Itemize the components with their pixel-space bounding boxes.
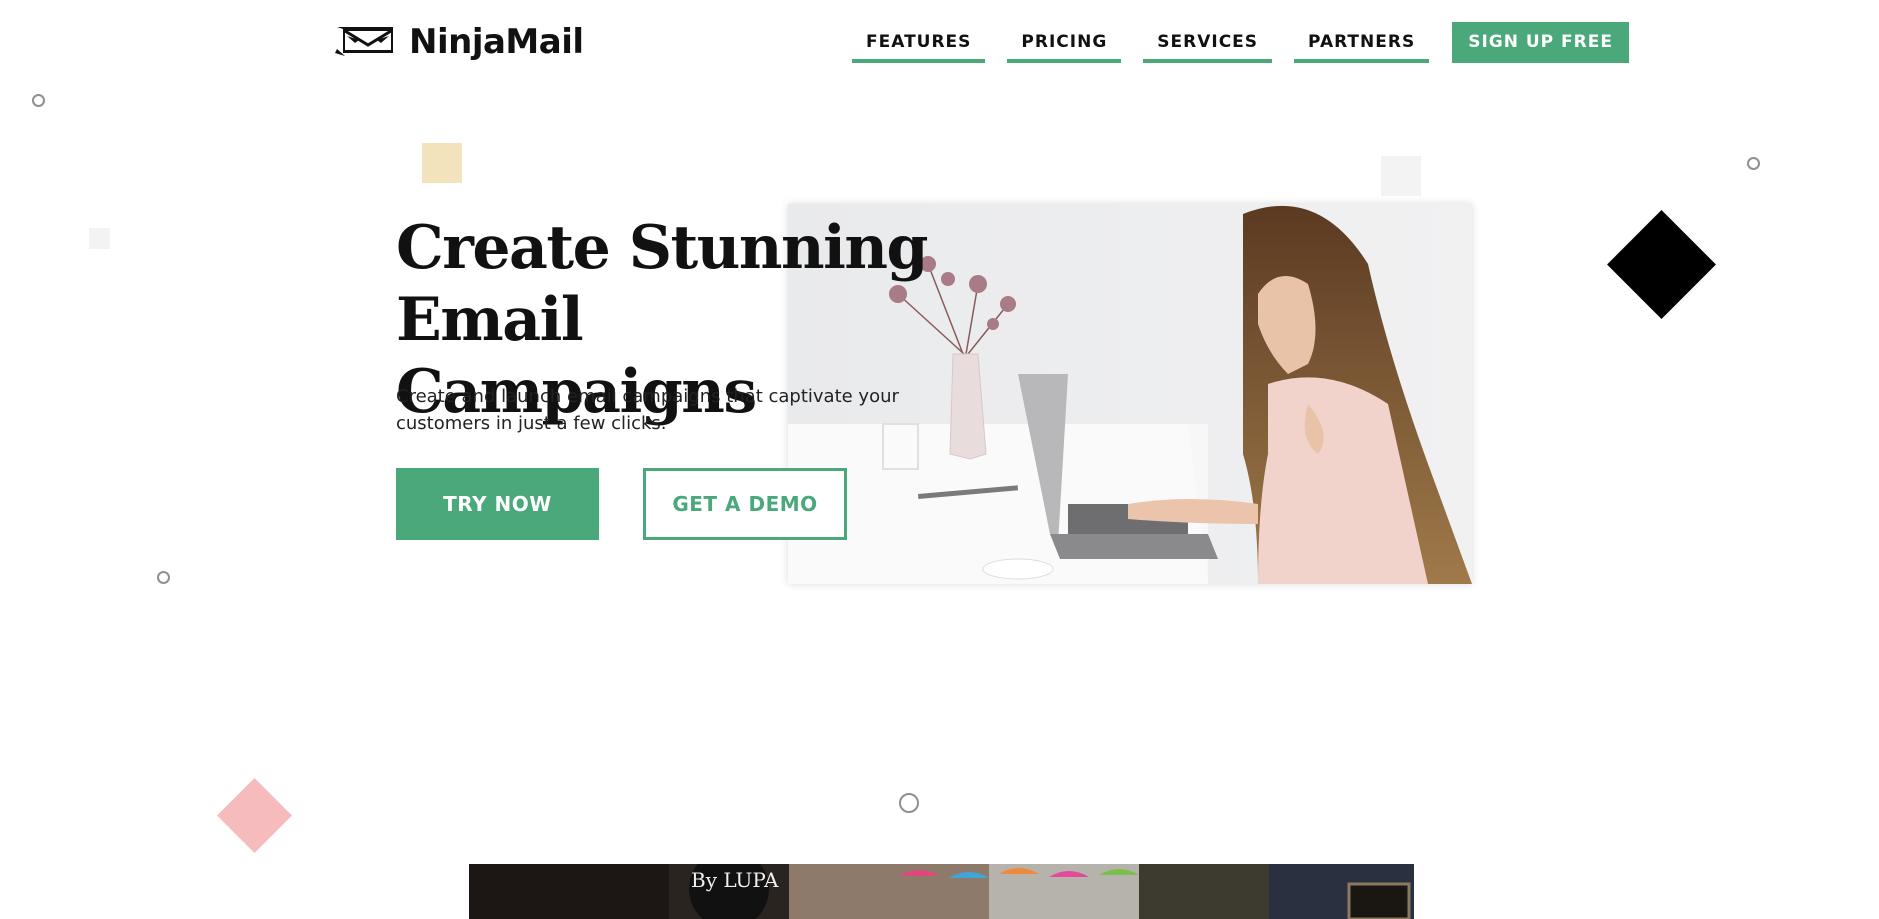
nav-pricing[interactable]: PRICING [1007,22,1122,63]
brand-logo[interactable]: NinjaMail [335,22,584,62]
decor-circle [899,793,919,813]
decor-square-gray [89,228,110,249]
decor-circle [1747,157,1760,170]
hero-title-line1: Create Stunning [396,213,928,283]
main-nav: FEATURES PRICING SERVICES PARTNERS SIGN … [852,22,1629,63]
decor-circle [32,94,45,107]
decor-diamond-black [1607,210,1716,319]
sign-text: By LUPA [691,868,779,892]
sign-up-free-button[interactable]: SIGN UP FREE [1452,22,1629,63]
decor-diamond-pink [217,778,292,853]
try-now-button[interactable]: TRY NOW [396,468,599,540]
get-a-demo-button[interactable]: GET A DEMO [643,468,847,540]
brand-name: NinjaMail [409,22,584,62]
site-header: NinjaMail FEATURES PRICING SERVICES PART… [0,0,1879,90]
street-with-colorful-umbrellas-photo: By LUPA [469,864,1414,919]
nav-services[interactable]: SERVICES [1143,22,1273,63]
decor-square-cream [422,143,462,183]
decor-circle [157,571,170,584]
ninja-mask-envelope-icon [335,23,395,62]
nav-features[interactable]: FEATURES [852,22,986,63]
decor-square-gray [1381,156,1421,196]
nav-partners[interactable]: PARTNERS [1294,22,1430,63]
hero-subtitle: Create and launch email campaigns that c… [396,386,899,434]
